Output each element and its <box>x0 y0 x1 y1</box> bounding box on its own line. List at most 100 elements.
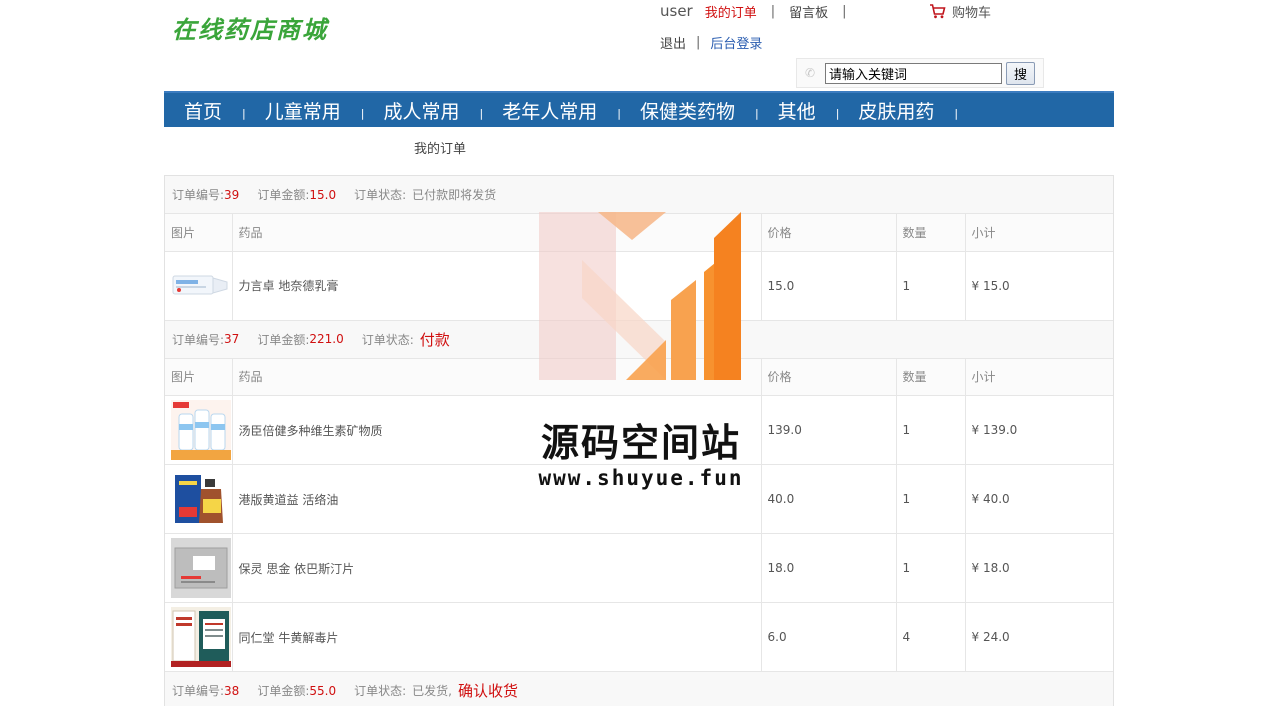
product-price: 40.0 <box>761 464 897 534</box>
order-status-label: 订单状态: <box>354 684 407 698</box>
product-price: 139.0 <box>761 395 897 465</box>
nav-item-children[interactable]: 儿童常用 <box>265 97 341 124</box>
product-name[interactable]: 同仁堂 牛黄解毒片 <box>232 602 762 672</box>
pay-button[interactable]: 付款 <box>420 329 450 350</box>
col-header-pic: 图片 <box>165 358 233 396</box>
table-row: 同仁堂 牛黄解毒片 6.0 4 ¥ 24.0 <box>165 602 1113 672</box>
product-subtotal: ¥ 24.0 <box>965 602 1113 672</box>
product-image-cell <box>165 533 233 603</box>
product-qty: 1 <box>896 464 966 534</box>
nav-separator: | <box>754 106 759 120</box>
product-image-cell <box>165 602 233 672</box>
table-row: 港版黄道益 活络油 40.0 1 ¥ 40.0 <box>165 464 1113 534</box>
order-no: 37 <box>224 332 240 346</box>
order-header: 订单编号: 39 订单金额: 15.0 订单状态: 已付款即将发货 <box>165 176 1113 214</box>
product-name[interactable]: 保灵 思金 依巴斯汀片 <box>232 533 762 603</box>
col-header-price: 价格 <box>761 214 897 252</box>
col-header-subtotal: 小计 <box>965 214 1113 252</box>
order-status: 已付款即将发货 <box>412 188 497 202</box>
product-subtotal: ¥ 18.0 <box>965 533 1113 603</box>
product-image-cell <box>165 395 233 465</box>
my-orders-link[interactable]: 我的订单 <box>705 2 757 21</box>
col-header-name: 药品 <box>232 214 762 252</box>
col-header-subtotal: 小计 <box>965 358 1113 396</box>
search-input[interactable] <box>825 62 1002 84</box>
username: user <box>660 2 693 20</box>
order-amount-label: 订单金额: <box>257 188 310 202</box>
separator: | <box>770 3 776 19</box>
table-header-row: 图片 药品 价格 数量 小计 <box>165 358 1113 396</box>
table-header-row: 图片 药品 价格 数量 小计 <box>165 214 1113 252</box>
vitamin-bottles-image[interactable] <box>171 400 231 460</box>
order-amount-label: 订单金额: <box>257 684 310 698</box>
order-amount-label: 订单金额: <box>257 332 310 347</box>
product-image-cell <box>165 464 233 534</box>
order-status-label: 订单状态: <box>361 332 414 347</box>
cream-tube-image[interactable] <box>171 256 231 316</box>
logout-link[interactable]: 退出 <box>660 33 686 52</box>
product-subtotal: ¥ 139.0 <box>965 395 1113 465</box>
nav-item-elderly[interactable]: 老年人常用 <box>502 97 597 124</box>
nav-separator: | <box>360 106 365 120</box>
nav-item-health[interactable]: 保健类药物 <box>640 97 735 124</box>
nav-item-other[interactable]: 其他 <box>778 97 816 124</box>
product-qty: 1 <box>896 395 966 465</box>
nav-separator: | <box>242 106 246 120</box>
product-qty: 4 <box>896 602 966 672</box>
product-qty: 1 <box>896 533 966 603</box>
order-items-table: 图片 药品 价格 数量 小计 汤臣倍健多种维生素矿物质 139.0 1 ¥ 13… <box>165 358 1113 672</box>
product-image-cell <box>165 251 233 321</box>
nav-separator: | <box>835 106 840 120</box>
cart-icon <box>930 3 946 18</box>
order-no-label: 订单编号: <box>172 188 225 202</box>
col-header-qty: 数量 <box>896 358 966 396</box>
top-links: user 我的订单 | 留言板 | 退出 | 后台登录 <box>660 0 861 52</box>
col-header-name: 药品 <box>232 358 762 396</box>
order-no-label: 订单编号: <box>172 332 225 347</box>
product-price: 18.0 <box>761 533 897 603</box>
separator: | <box>696 34 701 50</box>
site-logo[interactable]: 在线药店商城 <box>172 10 328 45</box>
nav-item-skin[interactable]: 皮肤用药 <box>858 97 934 124</box>
nav-item-adult[interactable]: 成人常用 <box>383 97 459 124</box>
search-button[interactable]: 搜 <box>1006 61 1035 85</box>
table-row: 汤臣倍健多种维生素矿物质 139.0 1 ¥ 139.0 <box>165 395 1113 465</box>
search-box: ✆ 搜 <box>796 58 1044 88</box>
separator: | <box>842 3 847 19</box>
oil-bottle-image[interactable] <box>171 469 231 529</box>
main-nav: 首页 | 儿童常用 | 成人常用 | 老年人常用 | 保健类药物 | 其他 | … <box>164 91 1114 127</box>
cart-link[interactable]: 购物车 <box>929 0 991 22</box>
product-name[interactable]: 汤臣倍健多种维生素矿物质 <box>232 395 762 465</box>
nav-separator: | <box>954 106 959 120</box>
order-status: 已发货, <box>412 684 452 698</box>
product-name[interactable]: 港版黄道益 活络油 <box>232 464 762 534</box>
col-header-price: 价格 <box>761 358 897 396</box>
table-row: 力言卓 地奈德乳膏 15.0 1 ¥ 15.0 <box>165 251 1113 321</box>
cart-label: 购物车 <box>952 5 992 21</box>
order-amount: 221.0 <box>309 332 344 346</box>
order-items-table: 图片 药品 价格 数量 小计 力言卓 地奈德乳膏 15.0 1 ¥ 15.0 <box>165 214 1113 321</box>
nav-item-home[interactable]: 首页 <box>184 97 222 124</box>
order-status-label: 订单状态: <box>354 188 407 202</box>
page-title: 我的订单 <box>414 142 467 157</box>
admin-login-link[interactable]: 后台登录 <box>710 33 762 52</box>
order-header: 订单编号: 38 订单金额: 55.0 订单状态: 已发货, 确认收货 <box>165 672 1113 706</box>
nav-separator: | <box>479 106 484 120</box>
order-header: 订单编号: 37 订单金额: 221.0 订单状态: 付款 <box>165 320 1113 359</box>
message-board-link[interactable]: 留言板 <box>789 2 828 21</box>
product-subtotal: ¥ 15.0 <box>965 251 1113 321</box>
order-no: 38 <box>224 683 240 698</box>
nav-separator: | <box>617 106 621 120</box>
product-price: 15.0 <box>761 251 897 321</box>
order-no: 39 <box>224 187 240 202</box>
col-header-pic: 图片 <box>165 214 233 252</box>
order-no-label: 订单编号: <box>172 684 225 698</box>
confirm-receipt-button[interactable]: 确认收货 <box>458 680 518 701</box>
tablet-pack-image[interactable] <box>171 538 231 598</box>
order-amount: 55.0 <box>309 683 337 698</box>
product-name[interactable]: 力言卓 地奈德乳膏 <box>232 251 762 321</box>
product-price: 6.0 <box>761 602 897 672</box>
order-amount: 15.0 <box>309 187 337 202</box>
medicine-box-image[interactable] <box>171 607 231 667</box>
product-subtotal: ¥ 40.0 <box>965 464 1113 534</box>
